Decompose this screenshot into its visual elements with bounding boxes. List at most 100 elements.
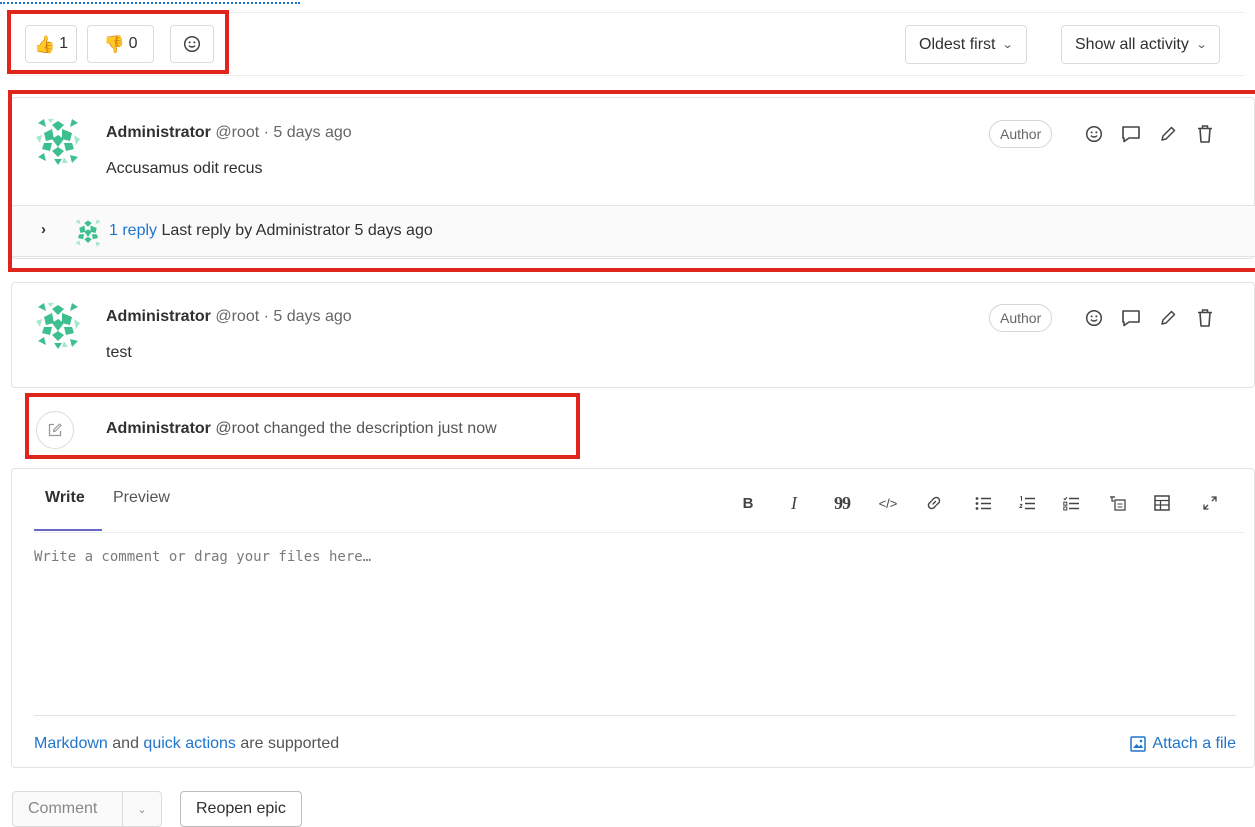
attach-file-button[interactable]: Attach a file xyxy=(1130,735,1236,753)
system-note: Administrator @root changed the descript… xyxy=(36,411,576,451)
hint-and: and xyxy=(112,735,139,752)
divider xyxy=(10,75,1245,76)
divider xyxy=(34,715,1236,716)
quote-button[interactable]: 99 xyxy=(831,493,853,513)
note-author: Administrator @root · 5 days ago xyxy=(106,308,352,326)
attach-file-label: Attach a file xyxy=(1152,735,1236,752)
thumbs-down-icon: 👎 xyxy=(103,34,125,54)
thumbs-up-count: 1 xyxy=(59,35,69,52)
numbered-list-icon xyxy=(1018,495,1035,509)
thumbs-up-award-button[interactable]: 👍 1 xyxy=(25,25,77,63)
code-icon: </> xyxy=(878,495,898,511)
reply-button[interactable] xyxy=(1120,123,1142,145)
activity-filter-label: Show all activity xyxy=(1075,35,1189,53)
bold-button[interactable]: B xyxy=(740,493,756,513)
quote-icon: 99 xyxy=(834,492,851,513)
replies-link[interactable]: 1 reply xyxy=(109,222,157,239)
italic-button[interactable]: I xyxy=(786,493,802,513)
divider xyxy=(34,532,1244,533)
maximize-icon xyxy=(1203,496,1217,510)
author-meta: @root · 5 days ago xyxy=(215,308,352,325)
smiley-icon xyxy=(183,35,201,53)
sort-order-label: Oldest first xyxy=(919,35,996,53)
add-reaction-button[interactable] xyxy=(170,25,214,63)
comment-editor: Write Preview B I 99 </> Write a comment… xyxy=(11,468,1255,768)
comment-icon xyxy=(1122,126,1140,143)
code-button[interactable]: </> xyxy=(875,493,901,513)
system-note-text: Administrator @root changed the descript… xyxy=(106,420,497,438)
author-badge: Author xyxy=(989,120,1053,148)
reply-summary[interactable]: › 1 reply Last reply by Administrator 5 … xyxy=(11,205,1255,257)
thumbs-down-award-button[interactable]: 👎 0 xyxy=(87,25,154,63)
reply-button[interactable] xyxy=(1120,307,1142,329)
smiley-icon xyxy=(1085,309,1103,327)
comment-button[interactable]: Comment xyxy=(13,792,123,826)
add-reaction-button[interactable] xyxy=(1083,123,1105,145)
table-button[interactable] xyxy=(1151,493,1173,513)
sort-order-dropdown[interactable]: Oldest first ⌄ xyxy=(905,25,1027,64)
author-name[interactable]: Administrator xyxy=(106,308,211,325)
note-card xyxy=(11,282,1255,388)
note-body: test xyxy=(106,344,132,361)
markdown-link[interactable]: Markdown xyxy=(34,735,108,752)
link-button[interactable] xyxy=(924,493,944,513)
reply-summary-text: 1 reply Last reply by Administrator 5 da… xyxy=(109,222,433,240)
edit-button[interactable] xyxy=(1157,123,1179,145)
divider xyxy=(10,12,1245,13)
chevron-down-icon[interactable]: ⌄ xyxy=(123,792,161,826)
system-note-body: @root changed the description just now xyxy=(215,420,497,437)
task-list-button[interactable] xyxy=(1060,493,1082,513)
task-list-icon xyxy=(1062,496,1079,510)
comment-icon xyxy=(1122,310,1140,327)
trash-icon xyxy=(1198,125,1212,143)
smiley-icon xyxy=(1085,125,1103,143)
note-body: Accusamus odit recus xyxy=(106,160,263,177)
add-reaction-button[interactable] xyxy=(1083,307,1105,329)
bold-icon: B xyxy=(742,494,754,512)
chevron-right-icon[interactable]: › xyxy=(41,221,46,238)
trash-icon xyxy=(1198,309,1212,327)
collapsible-button[interactable] xyxy=(1106,493,1128,513)
avatar xyxy=(75,219,101,247)
pencil-icon xyxy=(1161,126,1176,141)
collapsible-section-icon xyxy=(1109,495,1126,511)
hint-supported: are supported xyxy=(240,735,340,752)
quick-actions-link[interactable]: quick actions xyxy=(143,735,236,752)
delete-button[interactable] xyxy=(1194,123,1216,145)
author-name[interactable]: Administrator xyxy=(106,124,211,141)
link-icon xyxy=(927,496,941,510)
bullet-list-button[interactable] xyxy=(972,493,994,513)
thumbs-up-icon: 👍 xyxy=(33,34,56,54)
chevron-down-icon: ⌄ xyxy=(1195,39,1208,51)
edit-document-icon xyxy=(48,423,62,437)
comment-button-group[interactable]: Comment ⌄ xyxy=(12,791,162,827)
fullscreen-button[interactable] xyxy=(1200,493,1220,513)
image-icon xyxy=(1130,736,1147,752)
chevron-down-icon: ⌄ xyxy=(1002,39,1015,51)
reopen-epic-button[interactable]: Reopen epic xyxy=(180,791,302,827)
numbered-list-button[interactable] xyxy=(1016,493,1038,513)
markdown-hint: Markdown and quick actions are supported xyxy=(34,735,339,753)
top-link-strip xyxy=(0,0,300,6)
italic-icon: I xyxy=(791,492,797,513)
author-meta: @root · 5 days ago xyxy=(215,124,352,141)
comment-textarea[interactable]: Write a comment or drag your files here… xyxy=(34,549,371,565)
author-badge: Author xyxy=(989,304,1053,332)
tab-write[interactable]: Write xyxy=(45,489,85,507)
bullet-list-icon xyxy=(975,496,991,510)
thumbs-down-count: 0 xyxy=(128,35,138,52)
system-note-icon-wrap xyxy=(36,411,74,449)
reply-time: 5 days ago xyxy=(354,222,433,239)
edit-button[interactable] xyxy=(1157,307,1179,329)
avatar xyxy=(36,119,80,165)
reply-author[interactable]: Administrator xyxy=(256,222,350,239)
note-author: Administrator @root · 5 days ago xyxy=(106,124,352,142)
reply-prefix: Last reply by xyxy=(161,222,253,239)
system-note-author[interactable]: Administrator xyxy=(106,420,211,437)
activity-filter-dropdown[interactable]: Show all activity ⌄ xyxy=(1061,25,1221,64)
table-icon xyxy=(1154,495,1170,511)
delete-button[interactable] xyxy=(1194,307,1216,329)
avatar xyxy=(36,303,80,349)
tab-preview[interactable]: Preview xyxy=(113,489,170,507)
active-tab-indicator xyxy=(34,529,102,531)
